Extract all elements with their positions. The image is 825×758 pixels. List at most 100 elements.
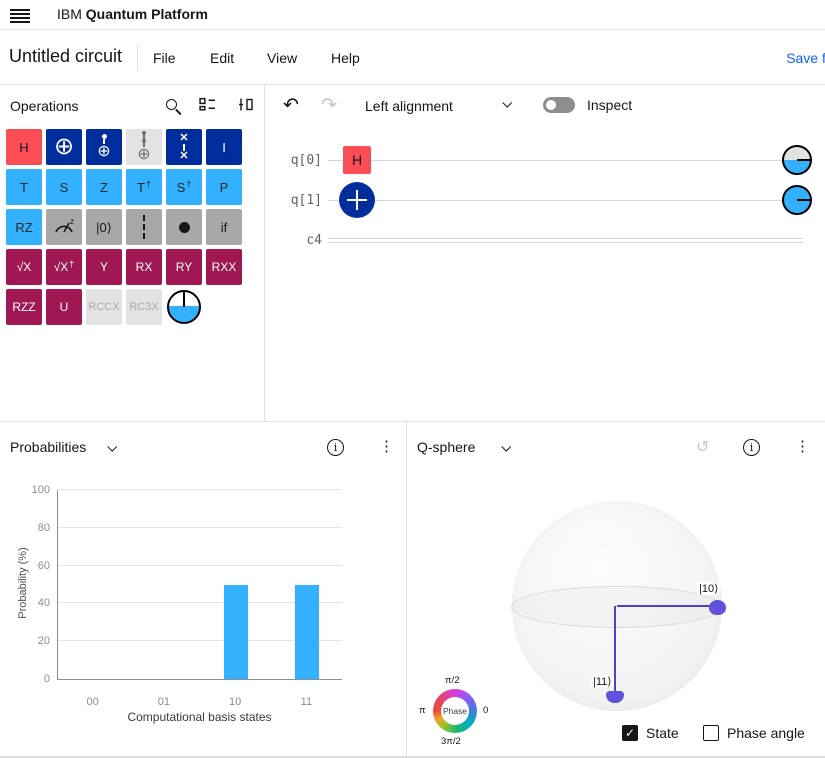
placed-h-gate[interactable]: H [343, 146, 371, 174]
gate-rx[interactable]: RX [126, 249, 162, 285]
qsphere-title: Q-sphere [417, 439, 476, 455]
state-node-10[interactable] [709, 600, 726, 615]
gate-ry[interactable]: RY [166, 249, 202, 285]
redo-icon: ↷ [321, 95, 337, 116]
phase-disk[interactable] [166, 289, 202, 325]
settings-adjust-icon[interactable] [238, 96, 254, 113]
menu-view[interactable]: View [267, 50, 297, 66]
search-icon[interactable] [166, 99, 177, 110]
gate-control[interactable] [166, 209, 202, 245]
app-header: IBM Quantum Platform [0, 0, 825, 30]
save-file-link[interactable]: Save fi [786, 50, 825, 66]
y-tick-label: 80 [37, 521, 50, 534]
overflow-menu-icon[interactable]: ⋮ [379, 437, 394, 455]
inspect-toggle[interactable] [543, 97, 575, 113]
gate-barrier[interactable] [126, 209, 162, 245]
qubit-wire-q0[interactable] [328, 160, 803, 161]
gate-rz[interactable]: RZ [6, 209, 42, 245]
gate-palette: H ⊕ ⊕ ⊕ ✕ ✕ I T S Z T † S † P RZ z |0⟩ if √X √X † Y RX RY RXX RZZ U… [6, 129, 242, 325]
reset-view-icon: ↺ [696, 439, 710, 456]
info-icon[interactable]: i [327, 439, 344, 456]
control-modifier-icon [178, 221, 190, 233]
info-icon[interactable]: i [743, 439, 760, 456]
svg-text:z: z [70, 217, 74, 226]
phase-label-left: π [419, 705, 426, 716]
menu-file[interactable]: File [153, 50, 176, 66]
menu-help[interactable]: Help [331, 50, 360, 66]
y-tick-label: 20 [37, 635, 50, 648]
gate-tdg[interactable]: T † [126, 169, 162, 205]
gate-sdg[interactable]: S † [166, 169, 202, 205]
operations-panel: Operations H ⊕ ⊕ ⊕ ✕ ✕ I T S Z T † S † P RZ z |0⟩ if √X √X † Y… [0, 85, 265, 421]
x-tick-label-01: 01 [157, 696, 170, 708]
gate-z[interactable]: Z [86, 169, 122, 205]
layout-icon[interactable] [199, 96, 216, 113]
undo-icon[interactable]: ↶ [283, 96, 299, 115]
state-checkbox-label: State [646, 725, 679, 741]
chevron-down-icon[interactable] [502, 97, 513, 108]
document-title[interactable]: Untitled circuit [9, 46, 122, 67]
gate-rxx[interactable]: RXX [206, 249, 242, 285]
app-title: IBM Quantum Platform [57, 6, 208, 22]
chevron-down-icon[interactable] [107, 441, 118, 452]
inspect-label: Inspect [587, 97, 633, 113]
gate-measure[interactable]: z [46, 209, 82, 245]
placed-x-gate[interactable] [339, 182, 375, 218]
x-tick-label-00: 00 [86, 696, 99, 708]
phase-angle-checkbox-label: Phase angle [727, 725, 805, 741]
gate-p[interactable]: P [206, 169, 242, 205]
state-vector-line-10 [617, 605, 718, 607]
qsphere-panel: Q-sphere ↺ i ⋮ |10⟩ |11⟩ Phase π/2 0 3π/… [407, 421, 825, 758]
gate-not[interactable]: ⊕ [46, 129, 82, 165]
gate-rzz[interactable]: RZZ [6, 289, 42, 325]
state-checkbox[interactable] [622, 725, 638, 741]
classical-wire-c4[interactable] [328, 238, 803, 243]
probabilities-title: Probabilities [10, 439, 87, 455]
hamburger-menu-icon[interactable] [10, 7, 30, 23]
qubit-wire-q1[interactable] [328, 200, 803, 201]
x-axis-label: Computational basis states [127, 710, 272, 724]
phase-color-wheel: Phase [433, 689, 477, 733]
phase-label-right: 0 [483, 705, 489, 716]
gate-i[interactable]: I [206, 129, 242, 165]
operations-title: Operations [10, 98, 79, 114]
wire-label-q1: q[1] [290, 193, 322, 208]
probability-bar-11 [294, 584, 319, 679]
phase-angle-checkbox[interactable] [703, 725, 719, 741]
gate-if[interactable]: if [206, 209, 242, 245]
gate-y[interactable]: Y [86, 249, 122, 285]
barrier-icon [143, 215, 145, 239]
gate-t[interactable]: T [6, 169, 42, 205]
probability-bar-10 [223, 584, 248, 679]
y-tick-label: 0 [43, 673, 50, 685]
phase-disk-q1 [782, 185, 812, 215]
swap-gate-icon: ✕ ✕ [179, 131, 189, 162]
gate-rccx: RCCX [86, 289, 122, 325]
probability-chart: 0 20 40 60 80 100 [32, 484, 342, 685]
gate-u[interactable]: U [46, 289, 82, 325]
menu-edit[interactable]: Edit [210, 50, 234, 66]
overflow-menu-icon[interactable]: ⋮ [795, 437, 810, 455]
alignment-dropdown[interactable]: Left alignment [365, 98, 453, 114]
y-axis-label: Probability (%) [17, 547, 29, 619]
chevron-down-icon[interactable] [501, 441, 512, 452]
gate-h[interactable]: H [6, 129, 42, 165]
gate-reset[interactable]: |0⟩ [86, 209, 122, 245]
toffoli-gate-icon: ⊕ [137, 131, 151, 163]
probabilities-panel: Probabilities i ⋮ Probability (%) 0 20 40 6… [0, 421, 407, 758]
state-vector-line-11 [614, 606, 616, 696]
gate-s[interactable]: S [46, 169, 82, 205]
wire-label-q0: q[0] [290, 153, 322, 168]
not-gate-icon: ⊕ [53, 133, 75, 160]
measure-z-icon: z [55, 217, 74, 233]
wire-label-c4: c4 [306, 233, 322, 248]
x-tick-label-10: 10 [229, 696, 242, 708]
gate-sx[interactable]: √X [6, 249, 42, 285]
gridline [58, 489, 342, 490]
y-tick-label: 60 [37, 559, 50, 572]
circuit-canvas[interactable]: ↶ ↷ Left alignment Inspect q[0] q[1] c4 … [265, 85, 825, 421]
gate-sxdg[interactable]: √X † [46, 249, 82, 285]
gate-swap[interactable]: ✕ ✕ [166, 129, 202, 165]
q-sphere-equator [511, 586, 723, 628]
gate-cnot[interactable]: ⊕ [86, 129, 122, 165]
